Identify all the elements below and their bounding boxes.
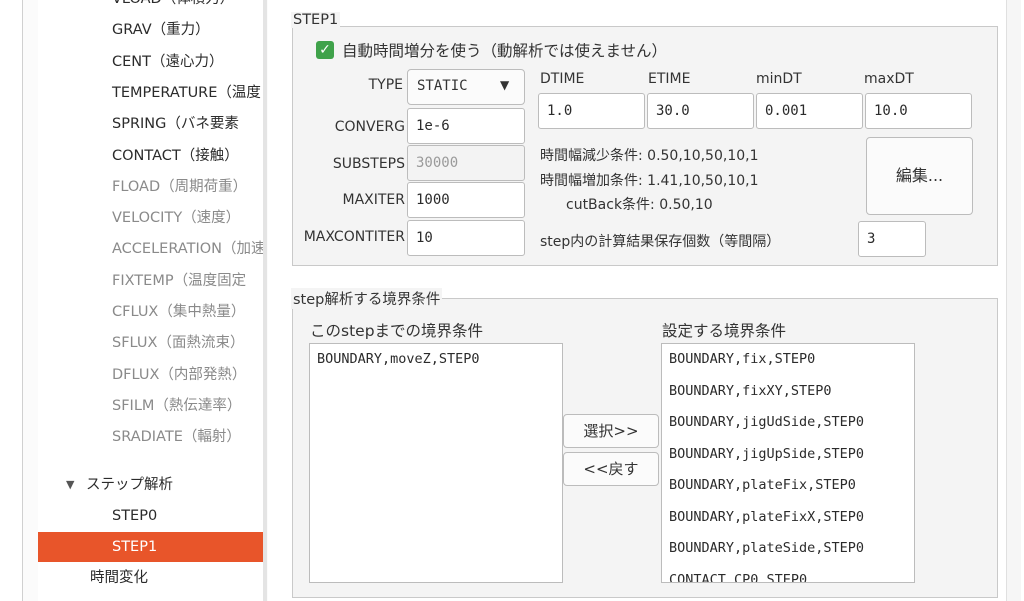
tree-item[interactable]: ACCELERATION（加速 xyxy=(38,234,264,264)
list-item[interactable]: CONTACT,CP0,STEP0 xyxy=(662,565,914,583)
mindt-label: minDT xyxy=(756,71,802,87)
tree-item-label: FIXTEMP（温度固定 xyxy=(112,272,247,289)
etime-input[interactable]: 30.0 xyxy=(647,93,754,129)
tree-item[interactable]: CFLUX（集中熱量） xyxy=(38,297,264,327)
save-count-label: step内の計算結果保存個数（等間隔） xyxy=(540,234,781,250)
tree-item[interactable]: CENT（遠心力） xyxy=(38,47,264,77)
type-select-value: STATIC xyxy=(417,78,468,94)
type-label: TYPE xyxy=(368,77,403,93)
tree-item-label: ACCELERATION（加速 xyxy=(112,241,264,258)
tree-item-label: CENT（遠心力） xyxy=(112,53,224,70)
list-item[interactable]: BOUNDARY,jigUdSide,STEP0 xyxy=(662,407,914,439)
tree-item-label: DFLUX（内部発熱） xyxy=(112,366,247,383)
tree-item[interactable]: FLOAD（周期荷重） xyxy=(38,172,264,202)
tree-item[interactable]: DFLUX（内部発熱） xyxy=(38,360,264,390)
tree-item[interactable]: SPRING（バネ要素 xyxy=(38,109,264,139)
tree-item[interactable]: TEMPERATURE（温度 xyxy=(38,78,264,108)
tree-item-label: SFILM（熱伝達率） xyxy=(112,397,242,414)
list-item[interactable]: BOUNDARY,moveZ,STEP0 xyxy=(310,344,562,376)
increase-condition-text: 時間幅増加条件: 1.41,10,50,10,1 xyxy=(540,173,759,189)
tree-item-label: STEP1 xyxy=(112,539,158,555)
tree-item[interactable]: FIXTEMP（温度固定 xyxy=(38,266,264,296)
save-count-input[interactable]: 3 xyxy=(858,221,926,257)
list-item[interactable]: BOUNDARY,jigUpSide,STEP0 xyxy=(662,439,914,471)
tree-item-time-change[interactable]: 時間変化 xyxy=(38,563,264,593)
list-item[interactable]: BOUNDARY,plateSide,STEP0 xyxy=(662,533,914,565)
tree-item-label: SPRING（バネ要素 xyxy=(112,116,239,133)
tree-group-label: ステップ解析 xyxy=(86,477,173,493)
tree-item[interactable]: GRAV（重力） xyxy=(38,15,264,45)
decrease-condition-text: 時間幅減少条件: 0.50,10,50,10,1 xyxy=(540,148,759,164)
bc-panel-title: step解析する境界条件 xyxy=(291,288,443,309)
list-item[interactable]: BOUNDARY,fix,STEP0 xyxy=(662,344,914,376)
auto-increment-checkbox[interactable]: ✓ xyxy=(316,41,334,59)
set-bc-label: 設定する境界条件 xyxy=(662,322,787,340)
tree-item[interactable]: VLOAD（体積力） xyxy=(38,0,264,14)
list-item[interactable]: BOUNDARY,plateFix,STEP0 xyxy=(662,470,914,502)
tree-item-step1[interactable]: STEP1 xyxy=(38,532,264,562)
maxdt-input[interactable]: 10.0 xyxy=(865,93,972,129)
current-bc-label: このstepまでの境界条件 xyxy=(310,322,484,340)
dtime-input[interactable]: 1.0 xyxy=(538,93,645,129)
cutback-condition-text: cutBack条件: 0.50,10 xyxy=(566,197,713,213)
set-bc-list[interactable]: BOUNDARY,fix,STEP0 BOUNDARY,fixXY,STEP0 BO… xyxy=(661,343,915,583)
tree-item-label: SRADIATE（輻射） xyxy=(112,429,241,446)
list-item[interactable]: BOUNDARY,fixXY,STEP0 xyxy=(662,376,914,408)
tree-item-label: CONTACT（接触） xyxy=(112,147,239,164)
substeps-label: SUBSTEPS xyxy=(332,156,405,172)
tree-item[interactable]: SFLUX（面熱流束） xyxy=(38,328,264,358)
tree-item-label: TEMPERATURE（温度 xyxy=(112,84,261,101)
dtime-label: DTIME xyxy=(540,71,585,87)
expand-arrow-icon[interactable]: ▼ xyxy=(66,470,74,500)
converg-label: CONVERG xyxy=(334,119,405,135)
tree-item-label: FLOAD（周期荷重） xyxy=(112,178,248,195)
list-item[interactable]: BOUNDARY,plateFixX,STEP0 xyxy=(662,502,914,534)
etime-label: ETIME xyxy=(648,71,691,87)
step-panel-title: STEP1 xyxy=(291,12,341,28)
tree-item-label: VLOAD（体積力） xyxy=(112,0,234,14)
maxcontiter-input[interactable]: 10 xyxy=(407,220,525,256)
converg-input[interactable]: 1e-6 xyxy=(407,108,525,144)
tree-item-label: CFLUX（集中熱量） xyxy=(112,304,246,320)
tree-item-label: STEP0 xyxy=(112,508,158,524)
tree-view[interactable]: VLOAD（体積力） GRAV（重力） CENT（遠心力） TEMPERATURE（温… xyxy=(38,0,264,601)
tree-scrollbar[interactable] xyxy=(263,0,267,601)
tree-item-label: GRAV（重力） xyxy=(112,22,210,39)
tree-item[interactable]: SFILM（熱伝達率） xyxy=(38,391,264,421)
maxdt-label: maxDT xyxy=(864,71,914,87)
tree-group-step-analysis[interactable]: ▼ ステップ解析 xyxy=(38,470,264,500)
type-select[interactable]: STATIC ▼ xyxy=(407,69,525,105)
maxiter-label-text: MAXITER xyxy=(320,192,405,208)
back-button[interactable]: <<戻す xyxy=(563,452,659,486)
maxiter-input[interactable]: 1000 xyxy=(407,182,525,218)
maxcontiter-label: MAXCONTITER xyxy=(303,229,405,245)
current-bc-list[interactable]: BOUNDARY,moveZ,STEP0 xyxy=(309,343,563,583)
chevron-down-icon: ▼ xyxy=(500,78,510,92)
tree-item-label: 時間変化 xyxy=(90,570,148,586)
tree-item-step0[interactable]: STEP0 xyxy=(38,501,264,531)
mindt-input[interactable]: 0.001 xyxy=(756,93,863,129)
main-scrollbar[interactable] xyxy=(1006,0,1021,601)
edit-button[interactable]: 編集... xyxy=(866,137,973,215)
tree-item[interactable]: SRADIATE（輻射） xyxy=(38,422,264,452)
tree-item-label: VELOCITY（速度） xyxy=(112,210,241,227)
substeps-input[interactable]: 30000 xyxy=(407,145,525,181)
auto-increment-label: 自動時間増分を使う（動解析では使えません） xyxy=(342,42,668,60)
select-button[interactable]: 選択>> xyxy=(563,414,659,448)
tree-item[interactable]: CONTACT（接触） xyxy=(38,141,264,171)
tree-item[interactable]: VELOCITY（速度） xyxy=(38,203,264,233)
tree-item-label: SFLUX（面熱流束） xyxy=(112,335,245,352)
